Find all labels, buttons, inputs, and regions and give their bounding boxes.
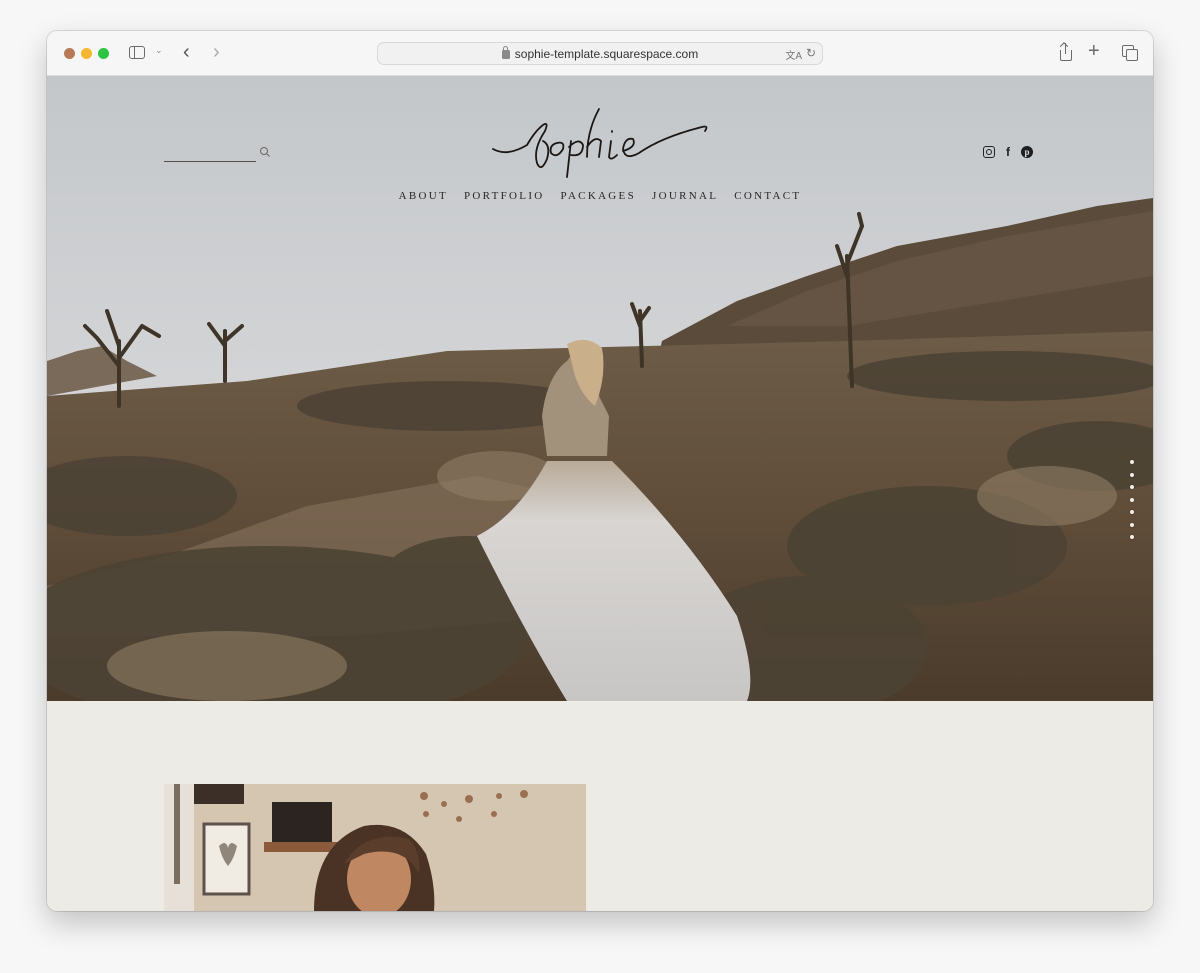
lock-icon — [501, 46, 510, 59]
main-nav: ABOUT PORTFOLIO PACKAGES JOURNAL CONTACT — [47, 190, 1153, 202]
address-bar[interactable]: sophie-template.squarespace.com 文A ↻ — [377, 42, 823, 65]
tab-overview-icon[interactable] — [1122, 45, 1138, 61]
slide-dot[interactable] — [1130, 485, 1134, 489]
nav-about[interactable]: ABOUT — [399, 190, 448, 202]
translate-icon[interactable]: 文A — [785, 47, 802, 62]
social-links: f p — [983, 145, 1033, 159]
search-input[interactable] — [164, 161, 256, 162]
browser-window: ⌄ ‹ › sophie-template.squarespace.com 文A… — [47, 31, 1153, 911]
nav-portfolio[interactable]: PORTFOLIO — [464, 190, 545, 202]
forward-button[interactable]: › — [213, 41, 220, 64]
maximize-window-button[interactable] — [98, 48, 109, 59]
reload-icon[interactable]: ↻ — [806, 46, 816, 60]
instagram-icon[interactable] — [983, 146, 995, 158]
slide-dot[interactable] — [1130, 460, 1134, 464]
nav-contact[interactable]: CONTACT — [734, 190, 801, 202]
nav-journal[interactable]: JOURNAL — [652, 190, 718, 202]
hero-slideshow: sophie ABOUT PORTFOLIO PACKAGES JOURNAL … — [47, 76, 1153, 701]
about-section — [47, 701, 1153, 911]
site-logo[interactable]: sophie — [487, 101, 717, 181]
new-tab-button[interactable]: + — [1088, 40, 1100, 63]
chevron-down-icon[interactable]: ⌄ — [155, 45, 163, 56]
pinterest-icon[interactable]: p — [1021, 146, 1033, 158]
minimize-window-button[interactable] — [81, 48, 92, 59]
about-image — [164, 784, 586, 911]
slide-dot[interactable] — [1130, 510, 1134, 514]
nav-packages[interactable]: PACKAGES — [561, 190, 636, 202]
slide-dot[interactable] — [1130, 522, 1134, 527]
slideshow-pagination — [1130, 460, 1134, 539]
close-window-button[interactable] — [64, 48, 75, 59]
search-icon[interactable] — [259, 146, 271, 158]
share-icon[interactable] — [1059, 43, 1073, 61]
slide-dot[interactable] — [1130, 472, 1134, 477]
sidebar-icon[interactable] — [129, 46, 145, 59]
url-text: sophie-template.squarespace.com — [514, 46, 699, 61]
back-button[interactable]: ‹ — [183, 41, 190, 64]
slide-dot[interactable] — [1130, 535, 1134, 539]
facebook-icon[interactable]: f — [1002, 145, 1014, 159]
browser-toolbar: ⌄ ‹ › sophie-template.squarespace.com 文A… — [47, 31, 1153, 76]
slide-dot[interactable] — [1130, 497, 1134, 502]
